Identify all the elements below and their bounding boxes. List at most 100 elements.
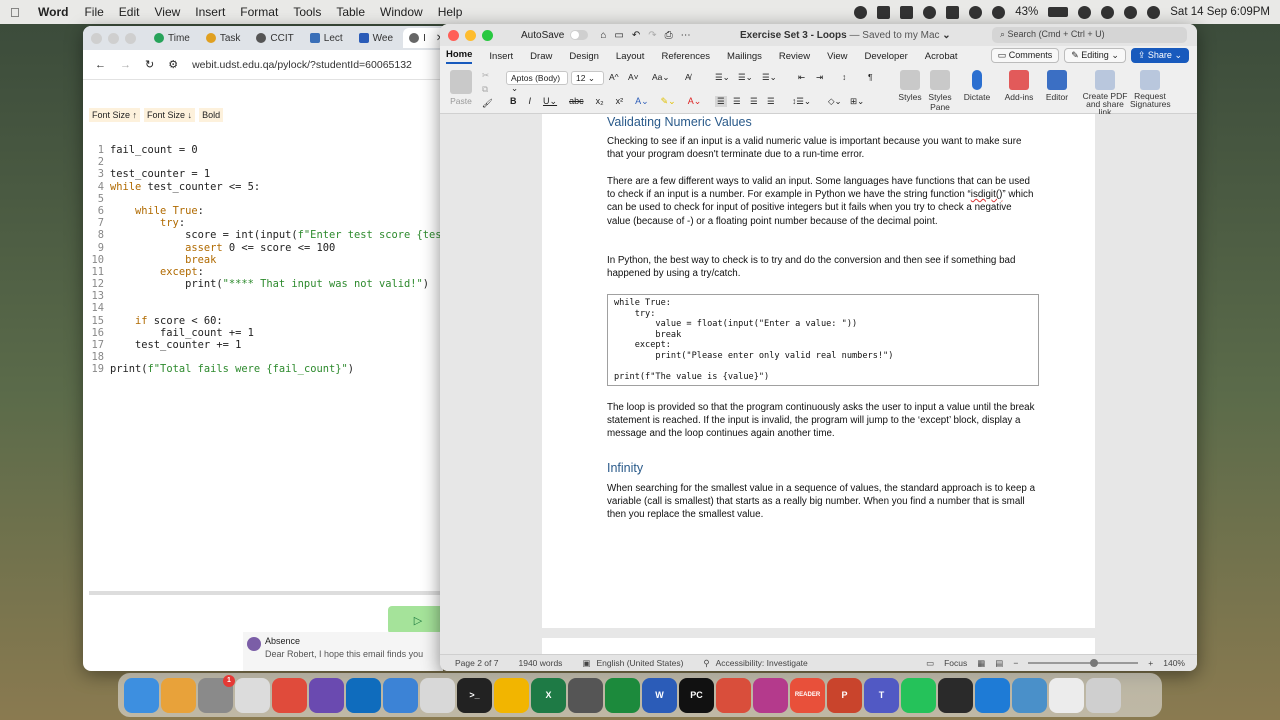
numbering-icon[interactable]: ☰⌄ <box>738 72 753 83</box>
copy-icon[interactable]: ⧉ <box>482 84 488 95</box>
line-spacing-icon[interactable]: ↕☰⌄ <box>792 96 811 107</box>
code-line[interactable]: 17 test_counter += 1 <box>89 339 443 351</box>
zoom-in-icon[interactable]: + <box>1148 658 1153 668</box>
styles-pane-button[interactable]: Styles Pane <box>925 70 955 112</box>
font-size-select[interactable]: 12 ⌄ <box>571 71 604 85</box>
save-icon[interactable]: ▭ <box>614 30 623 41</box>
superscript-icon[interactable]: x² <box>616 96 624 107</box>
finder-icon[interactable] <box>124 677 159 713</box>
browser-tab-task[interactable]: Task <box>200 28 247 48</box>
battery-icon[interactable] <box>1048 7 1069 17</box>
code-line[interactable]: 4 while test_counter <= 5: <box>89 181 443 193</box>
browser-tab-ccit[interactable]: CCIT <box>250 28 299 48</box>
format-painter-icon[interactable]: 🖌 <box>482 98 493 109</box>
editor-button[interactable]: Editor <box>1042 70 1072 102</box>
whatsapp-icon[interactable] <box>901 677 936 713</box>
calculator-icon[interactable] <box>568 677 603 713</box>
create-pdf-button[interactable]: Create PDF and share link <box>1080 70 1130 116</box>
print-layout-icon[interactable]: ▦ <box>977 658 985 669</box>
align-center-icon[interactable]: ☰ <box>733 96 741 107</box>
request-signatures-button[interactable]: Request Signatures <box>1130 70 1171 108</box>
align-left-icon[interactable]: ☰ <box>715 96 727 107</box>
quicktime-icon[interactable] <box>1012 677 1047 713</box>
menu-tools[interactable]: Tools <box>293 5 321 19</box>
next-page[interactable] <box>542 638 1095 654</box>
language-status[interactable]: English (United States) <box>596 658 683 668</box>
screen-icon[interactable] <box>877 5 891 19</box>
play-icon[interactable] <box>969 5 983 19</box>
home-icon[interactable]: ⌂ <box>600 30 606 41</box>
display-icon[interactable] <box>946 5 960 19</box>
bold-icon[interactable]: B <box>510 96 517 107</box>
reload-icon[interactable]: ↻ <box>145 58 154 71</box>
borders-icon[interactable]: ⊞⌄ <box>850 96 864 107</box>
font-name-select[interactable]: Aptos (Body) ⌄ <box>506 71 568 93</box>
site-info-icon[interactable]: ⚙ <box>168 58 178 71</box>
browser-tab-lect[interactable]: Lect <box>304 28 349 48</box>
document-title[interactable]: Exercise Set 3 - Loops — Saved to my Mac… <box>740 30 951 41</box>
outlook-icon[interactable] <box>346 677 381 713</box>
trash-icon[interactable] <box>1086 677 1121 713</box>
strikethrough-icon[interactable]: abc <box>569 96 584 107</box>
document-page[interactable]: Validating Numeric Values Checking to se… <box>542 114 1095 628</box>
font-size-up-button[interactable]: Font Size ↑ <box>89 108 141 122</box>
text-effects-icon[interactable]: A⌄ <box>635 96 649 107</box>
camera-icon[interactable] <box>900 5 914 19</box>
menu-help[interactable]: Help <box>438 5 463 19</box>
cut-icon[interactable]: ✂ <box>482 70 489 81</box>
comments-button[interactable]: ▭ Comments <box>990 48 1060 63</box>
menu-window[interactable]: Window <box>380 5 423 19</box>
accessibility-status[interactable]: Accessibility: Investigate <box>716 658 808 668</box>
shrink-font-icon[interactable]: A˅ <box>628 72 639 82</box>
zoom-out-icon[interactable]: − <box>1013 658 1018 668</box>
vpn-icon[interactable] <box>383 677 418 713</box>
tab-view[interactable]: View <box>827 51 847 62</box>
pencil-icon[interactable] <box>716 677 751 713</box>
tab-insert[interactable]: Insert <box>489 51 513 62</box>
code-line[interactable]: 6 while True: <box>89 205 443 217</box>
increase-indent-icon[interactable]: ⇥ <box>816 72 823 83</box>
show-marks-icon[interactable]: ¶ <box>868 72 873 82</box>
multilevel-list-icon[interactable]: ☰⌄ <box>762 72 777 83</box>
reader-icon[interactable]: READER <box>790 677 825 713</box>
code-line[interactable]: 16 fail_count += 1 <box>89 327 443 339</box>
zoom-window-button[interactable] <box>482 29 493 41</box>
tab-layout[interactable]: Layout <box>616 51 645 62</box>
word-icon[interactable]: W <box>642 677 677 713</box>
align-right-icon[interactable]: ☰ <box>750 96 758 107</box>
search-input[interactable]: ⌕ Search (Cmd + Ctrl + U) <box>992 27 1187 43</box>
tab-developer[interactable]: Developer <box>864 51 907 62</box>
sort-icon[interactable]: ↕ <box>842 72 846 82</box>
tab-mailings[interactable]: Mailings <box>727 51 762 62</box>
code-line[interactable]: 15 if score < 60: <box>89 315 443 327</box>
cloud-icon[interactable] <box>923 5 937 19</box>
share-button[interactable]: ⇪ Share ⌄ <box>1130 48 1189 63</box>
record-icon[interactable] <box>854 5 868 19</box>
close-window-button[interactable] <box>91 32 102 44</box>
word-count[interactable]: 1940 words <box>518 658 562 668</box>
page-count[interactable]: Page 2 of 7 <box>455 658 498 668</box>
siri-icon[interactable] <box>1147 5 1161 19</box>
focus-icon[interactable]: ▭ <box>926 658 934 669</box>
underline-icon[interactable]: U⌄ <box>543 96 557 107</box>
highlight-icon[interactable]: ✎⌄ <box>661 96 676 107</box>
clear-format-icon[interactable]: A̸ <box>685 72 691 82</box>
menu-table[interactable]: Table <box>336 5 365 19</box>
close-window-button[interactable] <box>448 29 459 41</box>
italic-icon[interactable]: I <box>529 96 532 107</box>
launchpad-icon[interactable] <box>161 677 196 713</box>
tab-references[interactable]: References <box>661 51 710 62</box>
addins-button[interactable]: Add-ins <box>1002 70 1036 102</box>
browser-tab-active[interactable]: I✕ <box>403 28 443 48</box>
apple-icon[interactable]:  <box>10 5 24 20</box>
subscript-icon[interactable]: x₂ <box>596 96 604 107</box>
editor-scrollbar[interactable] <box>89 591 443 595</box>
teams-icon[interactable]: T <box>864 677 899 713</box>
code-line[interactable]: 10 break <box>89 254 443 266</box>
font-size-down-button[interactable]: Font Size ↓ <box>144 108 196 122</box>
code-line[interactable]: 14 <box>89 302 443 314</box>
powerpoint-icon[interactable]: P <box>827 677 862 713</box>
tab-home[interactable]: Home <box>446 49 473 64</box>
paste-button[interactable]: Paste <box>448 70 474 106</box>
mail-notification[interactable]: Absence Dear Robert, I hope this email f… <box>243 632 443 671</box>
